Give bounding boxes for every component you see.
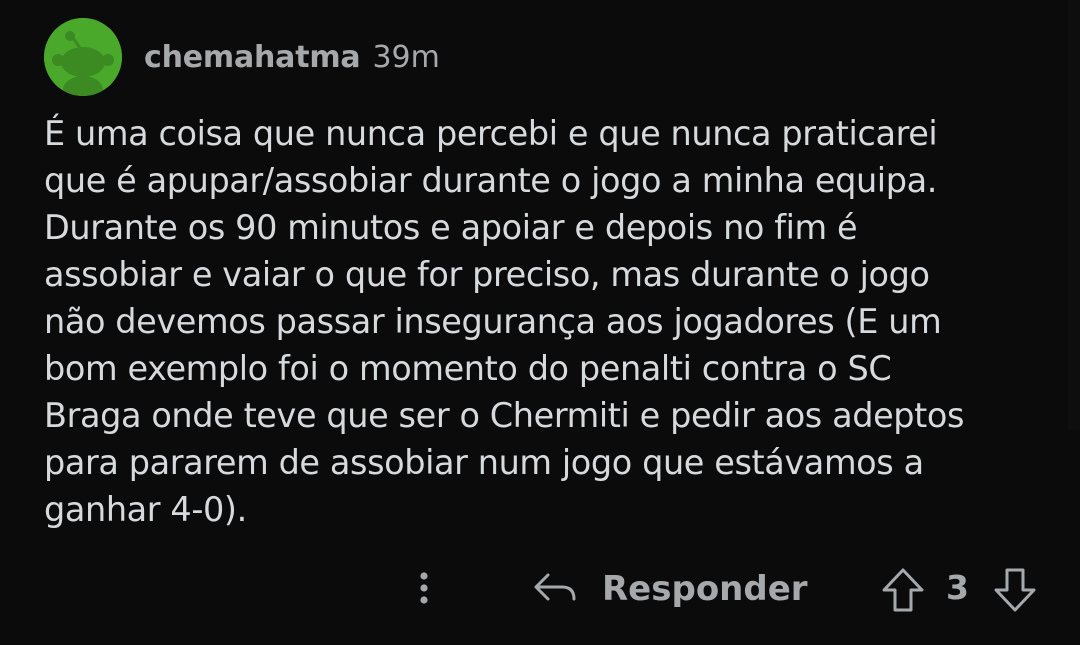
comment-card: chemahatma 39m É uma coisa que nunca per… <box>0 0 1080 645</box>
comment-timestamp: 39m <box>372 39 440 75</box>
comment-actions: Responder 3 <box>0 560 1080 620</box>
scrollbar-track <box>1068 0 1080 430</box>
comment-body: É uma coisa que nunca percebi e que nunc… <box>44 114 965 529</box>
comment-header: chemahatma 39m <box>44 18 440 96</box>
reply-arrow-icon <box>532 567 578 611</box>
vote-count: 3 <box>946 568 969 607</box>
arrow-up-icon[interactable] <box>880 566 926 618</box>
snoo-avatar-icon[interactable] <box>44 18 122 96</box>
reply-button[interactable]: Responder <box>532 566 808 612</box>
reply-label: Responder <box>602 569 808 609</box>
arrow-down-icon[interactable] <box>992 566 1038 618</box>
vertical-dots-icon[interactable] <box>410 568 438 608</box>
comment-author[interactable]: chemahatma <box>144 40 361 75</box>
